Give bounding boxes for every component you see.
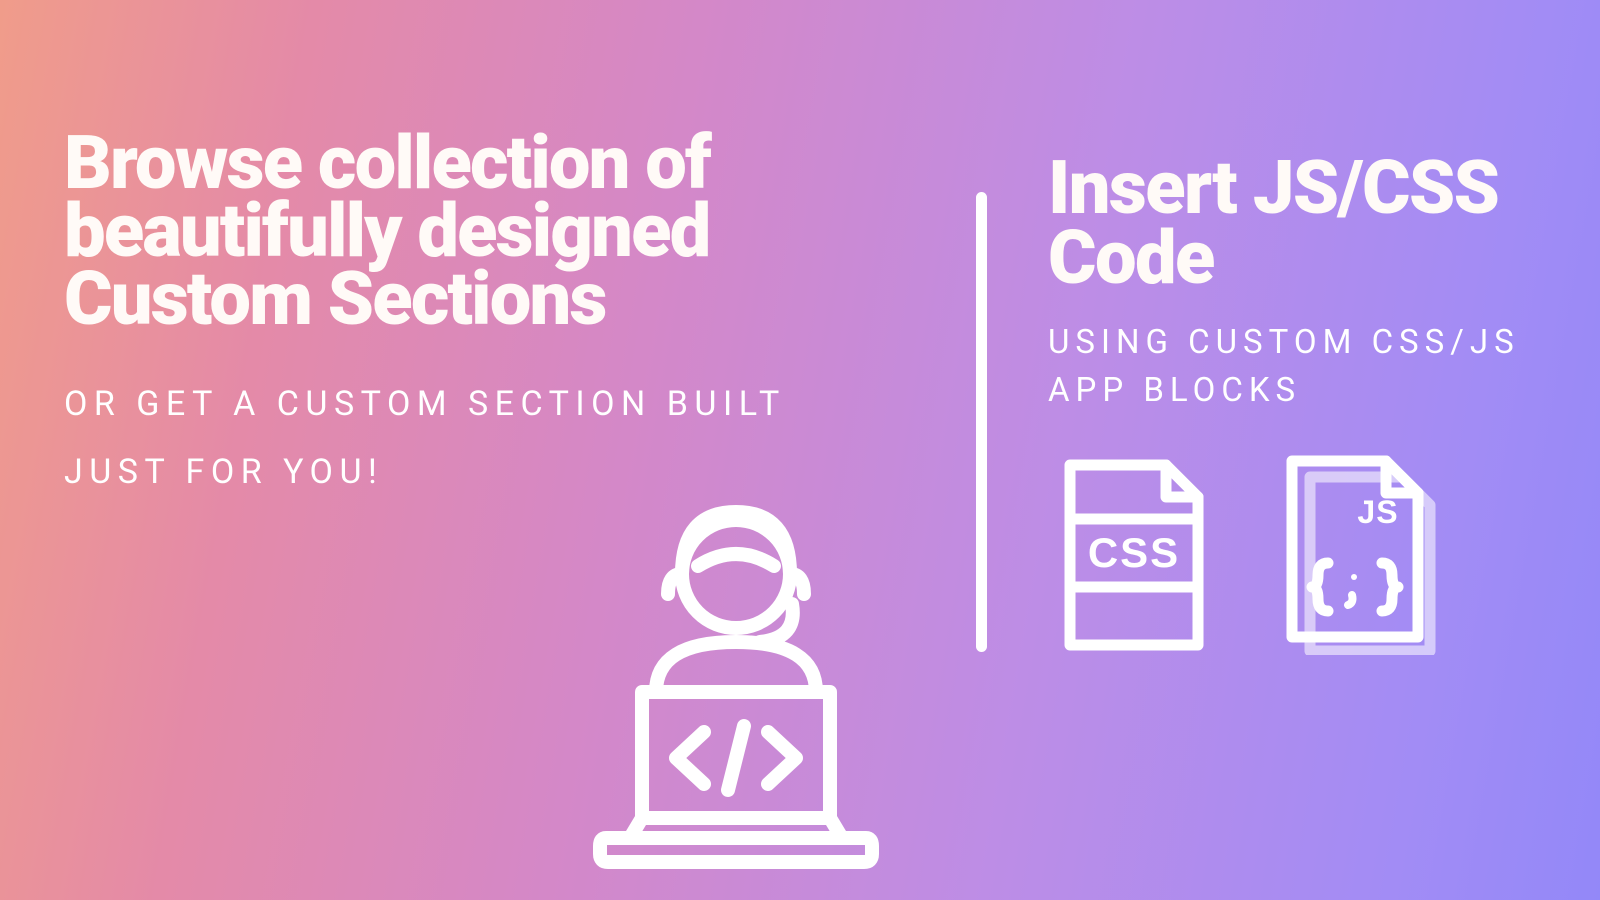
css-file-icon: CSS xyxy=(1048,455,1218,655)
svg-text:CSS: CSS xyxy=(1088,529,1180,576)
main-heading: Browse collection of beautifully designe… xyxy=(64,130,804,334)
file-icons-row: CSS JS xyxy=(1048,455,1538,655)
svg-text:JS: JS xyxy=(1357,494,1398,530)
right-sub-heading: USING CUSTOM CSS/JS APP BLOCKS xyxy=(1048,319,1538,415)
right-heading: Insert JS/CSS Code xyxy=(1048,154,1538,293)
left-text-block: Browse collection of beautifully designe… xyxy=(64,130,804,506)
developer-laptop-icon xyxy=(536,482,936,882)
vertical-divider xyxy=(976,192,987,652)
js-file-icon: JS xyxy=(1276,455,1446,655)
right-text-block: Insert JS/CSS Code USING CUSTOM CSS/JS A… xyxy=(1048,154,1538,655)
